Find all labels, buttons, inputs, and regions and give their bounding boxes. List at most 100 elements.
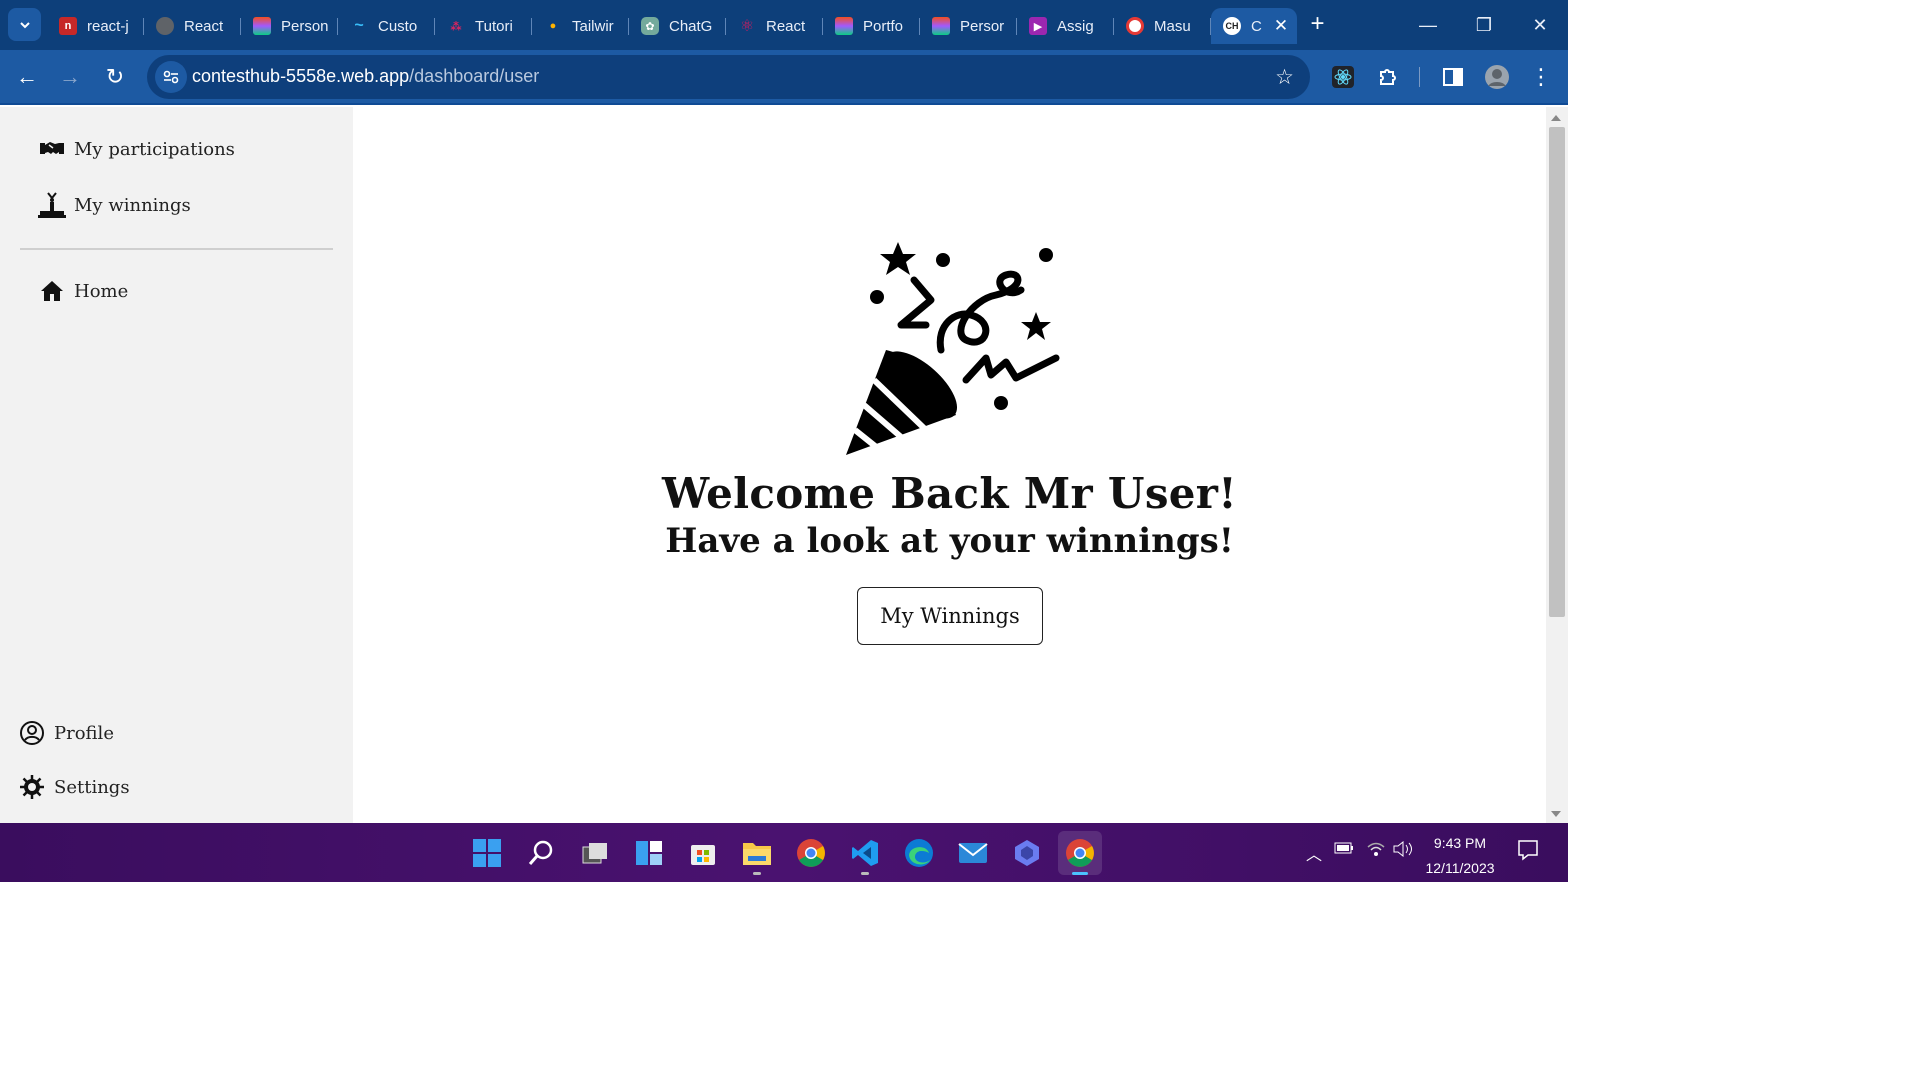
party-popper-icon — [846, 242, 1060, 455]
sidebar-item-label: Settings — [54, 776, 130, 798]
scroll-down-arrow-icon[interactable] — [1551, 811, 1561, 817]
tab-favicon-icon: ✿ — [641, 17, 659, 35]
minimize-icon[interactable]: — — [1413, 10, 1443, 40]
browser-tab-active[interactable]: CH C ✕ — [1211, 8, 1297, 44]
sidebar-item-profile[interactable]: Profile — [18, 719, 114, 747]
tab-favicon-icon: ~ — [354, 17, 364, 34]
running-indicator — [753, 872, 761, 875]
tab-favicon-icon — [253, 17, 271, 35]
browser-tab[interactable]: Masu — [1114, 8, 1211, 44]
microsoft-store-icon[interactable] — [681, 831, 725, 875]
sidebar-divider — [20, 248, 333, 250]
vscode-icon[interactable] — [843, 831, 887, 875]
clock-time: 9:43 PM — [1433, 835, 1487, 851]
edge-icon[interactable] — [897, 831, 941, 875]
scrollbar-thumb[interactable] — [1549, 127, 1565, 617]
url-path: /dashboard/user — [409, 66, 540, 86]
browser-tab[interactable]: ● Tailwir — [532, 8, 629, 44]
tab-title: React — [766, 17, 806, 35]
tab-title: Persor — [960, 17, 1005, 35]
battery-icon[interactable] — [1334, 841, 1354, 859]
address-bar[interactable]: contesthub-5558e.web.app/dashboard/user … — [147, 55, 1310, 99]
more-menu-icon[interactable]: ⋮ — [1527, 63, 1555, 91]
tab-search-button[interactable] — [8, 8, 41, 41]
site-info-icon[interactable] — [155, 61, 187, 93]
file-explorer-icon[interactable] — [735, 831, 779, 875]
welcome-heading: Welcome Back Mr User! — [662, 469, 1237, 518]
tab-title: C — [1251, 17, 1262, 35]
tab-favicon-icon — [932, 17, 950, 35]
widgets-icon[interactable] — [627, 831, 671, 875]
browser-tab[interactable]: React — [144, 8, 241, 44]
tab-title: Assig — [1057, 17, 1094, 35]
system-clock[interactable]: 9:43 PM 12/11/2023 — [1412, 831, 1508, 881]
task-view-icon[interactable] — [573, 831, 617, 875]
welcome-subheading: Have a look at your winnings! — [665, 521, 1234, 561]
side-panel-icon[interactable] — [1439, 63, 1467, 91]
forward-arrow-icon[interactable]: → — [56, 63, 84, 91]
bookmark-star-icon[interactable]: ☆ — [1275, 65, 1294, 90]
browser-toolbar: ← → ↻ contesthub-5558e.web.app/dashboard… — [0, 50, 1568, 105]
url-host: contesthub-5558e.web.app — [192, 66, 410, 86]
sidebar-item-label: My winnings — [74, 194, 191, 216]
tab-title: react-j — [87, 17, 129, 35]
toolbar-separator — [1419, 67, 1420, 87]
sidebar-item-home[interactable]: Home — [38, 277, 128, 305]
tab-title: Tailwir — [572, 17, 614, 35]
browser-tab[interactable]: ✿ ChatG — [629, 8, 726, 44]
tab-title: React — [184, 17, 224, 35]
tab-list: n react-j React Person ~ Custo ⁂ Tutori ● Ta… — [47, 8, 1297, 46]
tab-title: Masu — [1154, 17, 1191, 35]
browser-tab[interactable]: n react-j — [47, 8, 144, 44]
mail-icon[interactable] — [951, 831, 995, 875]
home-icon — [38, 277, 66, 305]
notifications-icon[interactable] — [1517, 839, 1539, 866]
my-winnings-button[interactable]: My Winnings — [857, 587, 1043, 645]
sidebar-item-label: Home — [74, 280, 129, 302]
tab-favicon-icon — [156, 17, 174, 35]
windows-taskbar: ︿ 9:43 PM 12/11/2023 — [0, 823, 1568, 882]
chevron-down-icon — [19, 21, 30, 28]
browser-tab[interactable]: ⁂ Tutori — [435, 8, 532, 44]
browser-tab[interactable]: Person — [241, 8, 338, 44]
tab-favicon-icon — [1126, 17, 1144, 35]
reload-icon[interactable]: ↻ — [101, 63, 129, 91]
browser-tab[interactable]: ▶ Assig — [1017, 8, 1114, 44]
browser-tab[interactable]: ~ Custo — [338, 8, 435, 44]
copilot-icon[interactable] — [1005, 831, 1049, 875]
sidebar-item-winnings[interactable]: My winnings — [38, 191, 191, 219]
tab-title: ChatG — [669, 17, 713, 35]
show-hidden-icons-chevron-icon[interactable]: ︿ — [1306, 841, 1322, 865]
running-indicator — [861, 872, 869, 875]
podium-icon — [38, 191, 66, 219]
tab-favicon-icon: ⁂ — [450, 20, 462, 33]
clock-date: 12/11/2023 — [1425, 860, 1495, 876]
page-scrollbar[interactable] — [1546, 107, 1568, 823]
restore-icon[interactable]: ❐ — [1469, 10, 1499, 40]
sidebar-item-participations[interactable]: My participations — [38, 135, 235, 163]
wifi-icon[interactable] — [1366, 841, 1386, 862]
extensions-puzzle-icon[interactable] — [1374, 63, 1402, 91]
close-window-icon[interactable]: ✕ — [1525, 10, 1555, 40]
browser-tab-strip: n react-j React Person ~ Custo ⁂ Tutori ● Ta… — [0, 0, 1568, 50]
chrome-icon[interactable] — [789, 831, 833, 875]
browser-tab[interactable]: Portfo — [823, 8, 920, 44]
scroll-up-arrow-icon[interactable] — [1551, 115, 1561, 121]
profile-avatar[interactable] — [1483, 63, 1511, 91]
user-circle-icon — [18, 719, 46, 747]
sidebar-item-label: Profile — [54, 722, 114, 744]
tab-title: Custo — [378, 17, 418, 35]
close-tab-icon[interactable]: ✕ — [1274, 16, 1288, 36]
active-indicator — [1072, 872, 1088, 875]
sidebar-item-settings[interactable]: Settings — [18, 773, 130, 801]
react-devtools-extension-icon[interactable] — [1329, 63, 1357, 91]
browser-tab[interactable]: Persor — [920, 8, 1017, 44]
tab-favicon-icon: ● — [549, 20, 557, 32]
sidebar-item-label: My participations — [74, 138, 235, 160]
search-icon[interactable] — [519, 831, 563, 875]
back-arrow-icon[interactable]: ← — [13, 63, 41, 91]
browser-tab[interactable]: ⚛ React — [726, 8, 823, 44]
chrome-active-icon[interactable] — [1058, 831, 1102, 875]
start-windows-icon[interactable] — [465, 831, 509, 875]
new-tab-button[interactable]: + — [1305, 12, 1330, 37]
